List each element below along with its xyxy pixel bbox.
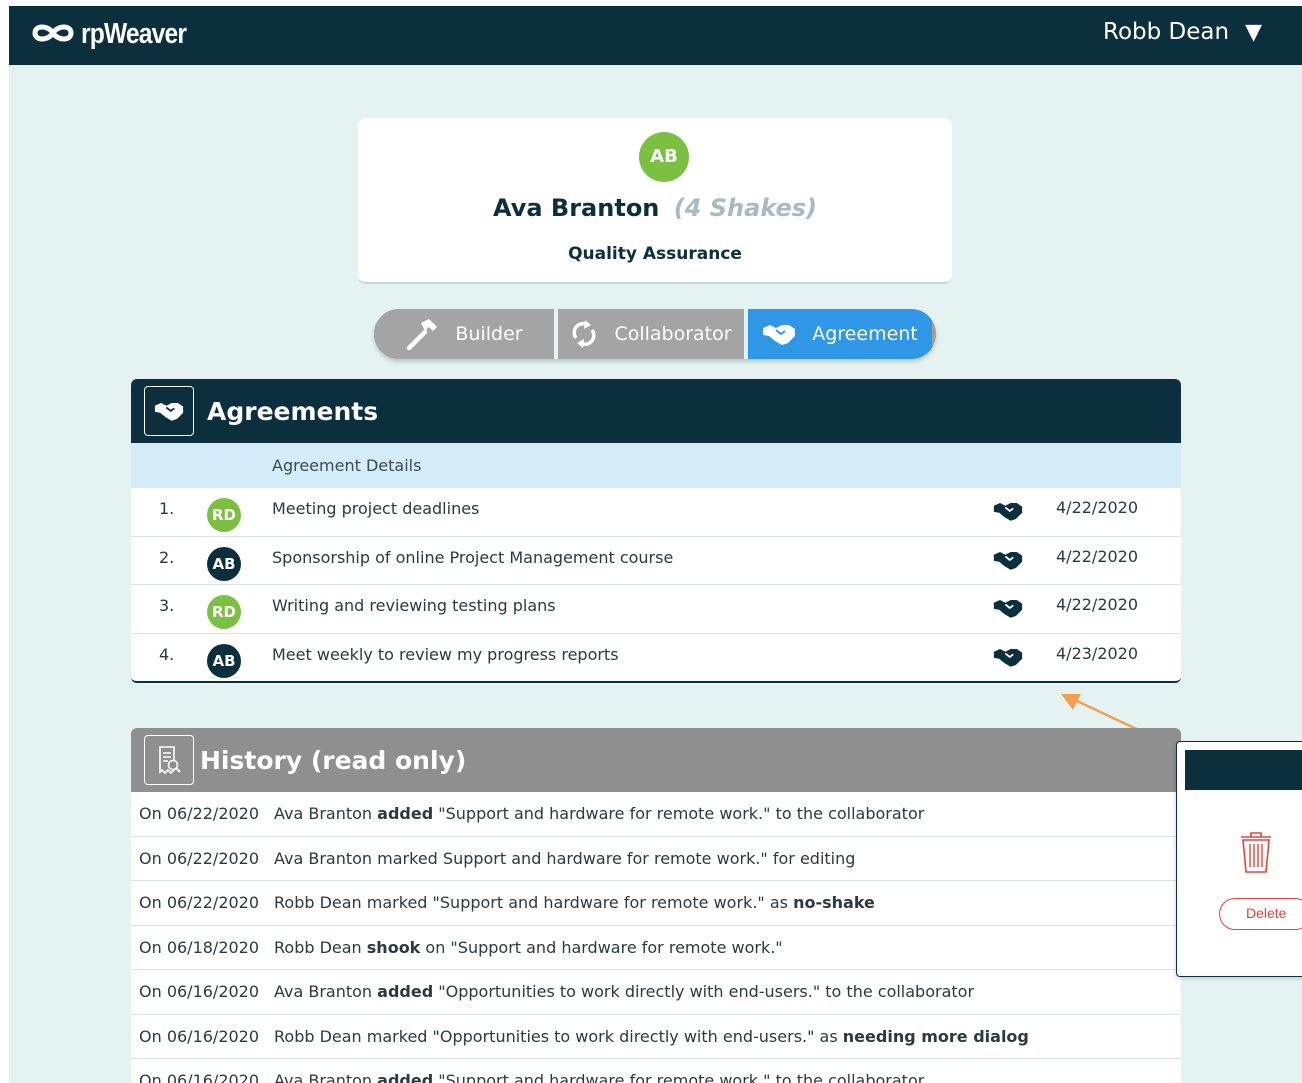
history-header: History (read only) — [131, 728, 1181, 792]
shake-count: (4 Shakes) — [673, 194, 817, 222]
profile-name-line: Ava Branton (4 Shakes) — [358, 194, 952, 222]
history-text: Robb Dean marked "Opportunities to work … — [274, 1026, 843, 1046]
history-text-end: "Support and hardware for remote work." … — [433, 1071, 925, 1083]
history-row: On 06/22/2020 Ava Branton added "Support … — [131, 792, 1181, 837]
history-action: shook — [366, 937, 421, 957]
agreement-row[interactable]: 1. RD Meeting project deadlines 4/22/2020 — [131, 488, 1181, 537]
history-action: no-shake — [793, 893, 875, 912]
tab-agreement[interactable]: Agreement — [748, 309, 932, 359]
agreements-header: Agreements — [131, 379, 1181, 443]
profile-avatar: AB — [639, 132, 689, 182]
tab-builder[interactable]: Builder — [374, 309, 558, 359]
history-text-end: on "Support and hardware for remote work… — [420, 937, 783, 957]
handshake-icon[interactable] — [993, 549, 1023, 575]
history-date: On 06/18/2020 — [139, 937, 260, 957]
agreement-text: Sponsorship of online Project Management… — [272, 547, 674, 567]
tab-builder-label: Builder — [455, 323, 523, 345]
avatar: AB — [207, 546, 241, 581]
profile-role: Quality Assurance — [568, 244, 742, 264]
agreement-date: 4/22/2020 — [1056, 595, 1139, 614]
agreements-title: Agreements — [207, 396, 379, 426]
history-date: On 06/22/2020 — [139, 804, 260, 823]
tab-agreement-label: Agreement — [812, 323, 918, 345]
handshake-icon — [144, 386, 194, 436]
profile-name: Ava Branton — [493, 194, 660, 222]
history-text: Robb Dean — [274, 937, 367, 957]
history-row: On 06/22/2020 Robb Dean marked "Support a… — [131, 881, 1181, 926]
history-row: On 06/16/2020 Ava Branton added "Opportun… — [131, 970, 1181, 1015]
app-logo[interactable]: rpWeaver — [31, 18, 205, 51]
agreement-text: Writing and reviewing testing plans — [272, 596, 556, 615]
agreement-text: Meeting project deadlines — [272, 499, 480, 518]
history-row: On 06/18/2020 Robb Dean shook on "Support… — [131, 926, 1181, 970]
avatar: RD — [207, 498, 241, 532]
handshake-icon[interactable] — [993, 646, 1023, 672]
history-text: Ava Branton — [274, 804, 378, 823]
delete-panel-header — [1185, 750, 1302, 790]
user-name: Robb Dean — [1103, 19, 1230, 45]
history-row: On 06/22/2020 Ava Branton marked Support … — [131, 837, 1181, 881]
user-menu[interactable]: Robb Dean ▼ — [1103, 19, 1262, 45]
history-date: On 06/22/2020 — [139, 848, 260, 868]
history-action: added — [377, 804, 434, 823]
history-action: added — [377, 1071, 434, 1083]
app-name: rpWeaver — [81, 18, 187, 50]
profile-card: AB Ava Branton (4 Shakes) Quality Assura… — [358, 118, 952, 284]
history-row: On 06/16/2020 Robb Dean marked "Opportuni… — [131, 1015, 1181, 1059]
handshake-icon — [762, 322, 796, 346]
history-row: On 06/16/2020 Ava Branton added "Support … — [131, 1059, 1181, 1083]
history-action: added — [377, 982, 434, 1001]
handshake-icon[interactable] — [993, 500, 1023, 526]
handshake-icon[interactable] — [993, 597, 1023, 623]
history-text: Ava Branton — [274, 982, 378, 1001]
history-date: On 06/16/2020 — [139, 982, 260, 1001]
history-action: needing more dialog — [842, 1026, 1029, 1046]
view-tabs: Builder Collaborator Agreement — [374, 309, 936, 359]
history-date: On 06/16/2020 — [139, 1071, 260, 1083]
refresh-icon — [570, 318, 598, 350]
agreement-row[interactable]: 4. AB Meet weekly to review my progress re… — [131, 634, 1181, 682]
app-root: rpWeaver Robb Dean ▼ AB Ava Branton (4 S… — [9, 6, 1302, 1083]
trash-icon — [1239, 830, 1273, 878]
row-number: 1. — [159, 499, 175, 518]
history-text: Robb Dean marked "Support and hardware f… — [274, 893, 794, 912]
row-number: 3. — [159, 596, 175, 615]
receipt-search-icon — [144, 735, 194, 785]
agreement-date: 4/23/2020 — [1056, 643, 1139, 663]
row-number: 4. — [159, 644, 175, 664]
infinity-icon — [31, 22, 75, 48]
hammer-icon — [405, 317, 439, 351]
tab-collaborator-label: Collaborator — [614, 323, 732, 345]
delete-drop-panel: Delete — [1176, 741, 1302, 977]
delete-button[interactable]: Delete — [1219, 898, 1302, 930]
top-bar: rpWeaver Robb Dean ▼ — [9, 6, 1302, 65]
agreements-panel: Agreements Agreement Details 1. RD Meeting… — [131, 379, 1181, 683]
row-number: 2. — [159, 547, 175, 567]
agreement-row[interactable]: 2. AB Sponsorship of online Project Manage… — [131, 537, 1181, 585]
avatar: RD — [207, 595, 241, 629]
history-title: History (read only) — [200, 745, 467, 775]
agreement-row[interactable]: 3. RD Writing and reviewing testing plans 4… — [131, 585, 1181, 634]
tab-collaborator[interactable]: Collaborator — [558, 309, 748, 359]
history-panel: History (read only) On 06/22/2020 Ava Bra… — [131, 728, 1181, 1083]
caret-down-icon: ▼ — [1245, 19, 1262, 45]
history-text-end: "Support and hardware for remote work." … — [433, 804, 925, 823]
agreement-details-header: Agreement Details — [131, 443, 1181, 488]
history-date: On 06/16/2020 — [139, 1026, 260, 1046]
history-text-end: "Opportunities to work directly with end… — [433, 982, 975, 1001]
history-list: On 06/22/2020 Ava Branton added "Support … — [131, 792, 1181, 1083]
history-date: On 06/22/2020 — [139, 893, 260, 912]
agreements-list: 1. RD Meeting project deadlines 4/22/2020 2.… — [131, 488, 1181, 682]
agreement-date: 4/22/2020 — [1056, 546, 1139, 566]
agreement-text: Meet weekly to review my progress report… — [272, 644, 619, 664]
history-text: Ava Branton marked Support and hardware … — [274, 848, 856, 868]
history-text: Ava Branton — [274, 1071, 378, 1083]
agreement-date: 4/22/2020 — [1056, 498, 1139, 517]
avatar: AB — [207, 643, 241, 678]
